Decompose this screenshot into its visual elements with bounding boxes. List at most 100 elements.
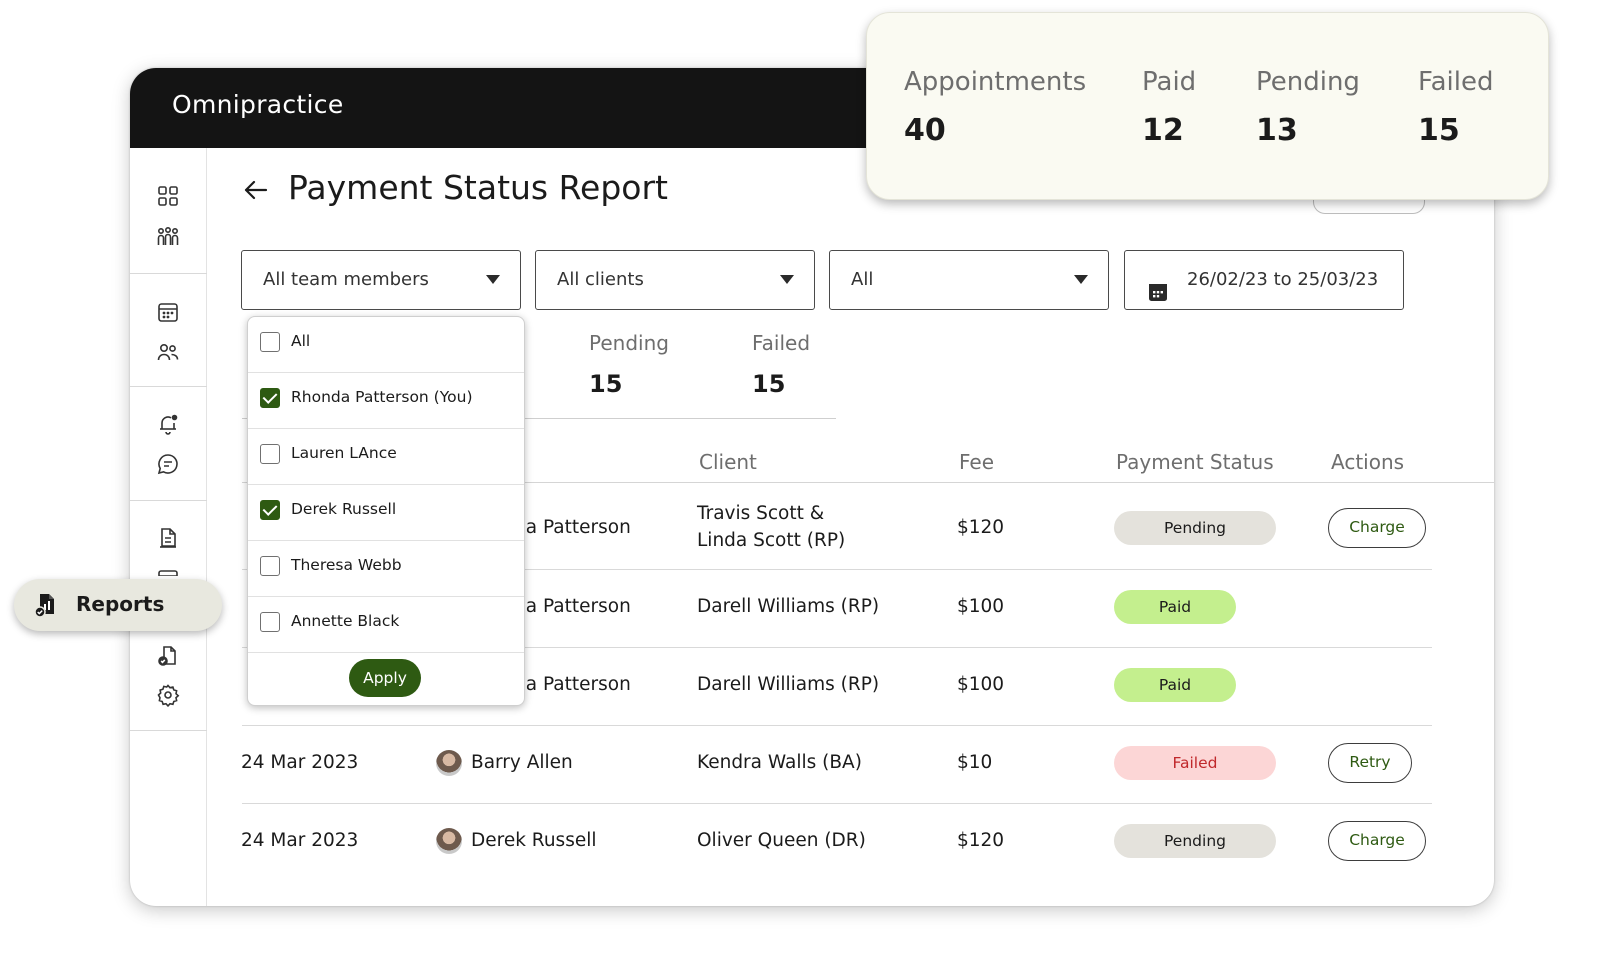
team-members-dropdown: All Rhonda Patterson (You) Lauren LAnce …: [247, 316, 525, 706]
row-date: 24 Mar 2023: [241, 752, 359, 773]
row-divider: [242, 725, 1432, 726]
row-member: da Patterson: [514, 596, 631, 617]
stat-label-failed: Failed: [752, 331, 811, 355]
groups-icon[interactable]: [156, 225, 180, 249]
row-fee: $100: [957, 596, 1005, 617]
card-label-paid: Paid: [1142, 67, 1197, 97]
row-fee: $100: [957, 674, 1005, 695]
card-value-paid: 12: [1142, 113, 1184, 148]
row-date: 24 Mar 2023: [241, 830, 359, 851]
report-icon: [34, 592, 58, 618]
status-select-value: All: [851, 269, 874, 290]
option-checkbox[interactable]: [260, 500, 280, 520]
sidebar-item-reports[interactable]: Reports: [14, 579, 222, 631]
row-fee: $120: [957, 517, 1005, 538]
row-client: Darell Williams (RP): [697, 596, 880, 617]
sidebar-divider: [130, 386, 207, 387]
back-arrow-icon[interactable]: [242, 176, 270, 204]
option-checkbox[interactable]: [260, 332, 280, 352]
column-header-client[interactable]: Client: [699, 450, 757, 474]
date-range-picker[interactable]: 26/02/23 to 25/03/23: [1124, 250, 1404, 310]
file-check-icon[interactable]: [156, 644, 180, 668]
option-checkbox[interactable]: [260, 612, 280, 632]
status-badge: Pending: [1114, 824, 1276, 858]
row-client-line2: Linda Scott (RP): [697, 530, 846, 551]
row-member: da Patterson: [514, 674, 631, 695]
stat-label-pending: Pending: [589, 331, 669, 355]
row-fee: $120: [957, 830, 1005, 851]
card-value-failed: 15: [1418, 113, 1460, 148]
sidebar-item-label: Reports: [76, 592, 165, 616]
team-members-select[interactable]: All team members: [241, 250, 521, 310]
option-label: Lauren LAnce: [291, 444, 397, 462]
dropdown-option-lauren-lance[interactable]: Lauren LAnce: [248, 429, 524, 485]
documents-icon[interactable]: [156, 526, 180, 550]
row-member: da Patterson: [514, 517, 631, 538]
status-badge: Pending: [1114, 511, 1276, 545]
chevron-down-icon: [486, 275, 500, 284]
sidebar-divider: [130, 500, 207, 501]
messages-icon[interactable]: [156, 452, 180, 476]
option-checkbox[interactable]: [260, 388, 280, 408]
option-label: Theresa Webb: [291, 556, 402, 574]
settings-icon[interactable]: [156, 683, 180, 707]
column-header-payment-status[interactable]: Payment Status: [1116, 450, 1274, 474]
chevron-down-icon: [1074, 275, 1088, 284]
avatar: [436, 750, 462, 776]
row-client: Darell Williams (RP): [697, 674, 880, 695]
option-checkbox[interactable]: [260, 444, 280, 464]
sidebar-divider: [130, 273, 207, 274]
clients-icon[interactable]: [156, 340, 180, 364]
summary-stats-card: Appointments 40 Paid 12 Pending 13 Faile…: [866, 12, 1549, 200]
row-divider: [242, 803, 1432, 804]
status-badge: Failed: [1114, 746, 1276, 780]
option-label: Annette Black: [291, 612, 400, 630]
sidebar: [130, 148, 207, 906]
dashboard-icon[interactable]: [156, 184, 180, 208]
avatar: [436, 828, 462, 854]
sidebar-divider: [130, 730, 207, 731]
status-badge: Paid: [1114, 590, 1236, 624]
row-client: Oliver Queen (DR): [697, 830, 866, 851]
chevron-down-icon: [780, 275, 794, 284]
dropdown-option-annette-black[interactable]: Annette Black: [248, 597, 524, 653]
row-client: Kendra Walls (BA): [697, 752, 862, 773]
status-select[interactable]: All: [829, 250, 1109, 310]
option-label: Rhonda Patterson (You): [291, 388, 473, 406]
row-client: Travis Scott &: [697, 503, 825, 524]
calendar-icon[interactable]: [156, 300, 180, 324]
status-badge: Paid: [1114, 668, 1236, 702]
notifications-icon[interactable]: [156, 412, 180, 436]
row-member: Barry Allen: [471, 752, 573, 773]
clients-select[interactable]: All clients: [535, 250, 815, 310]
date-range-value: 26/02/23 to 25/03/23: [1187, 269, 1379, 290]
charge-button[interactable]: Charge: [1328, 821, 1426, 861]
dropdown-option-theresa-webb[interactable]: Theresa Webb: [248, 541, 524, 597]
billing-icon[interactable]: [156, 566, 180, 576]
clients-select-value: All clients: [557, 269, 644, 290]
card-label-pending: Pending: [1256, 67, 1360, 97]
card-value-pending: 13: [1256, 113, 1298, 148]
retry-button[interactable]: Retry: [1328, 743, 1412, 783]
dropdown-option-all[interactable]: All: [248, 317, 524, 373]
column-header-fee[interactable]: Fee: [959, 450, 994, 474]
apply-button[interactable]: Apply: [349, 659, 421, 697]
stat-value-pending: 15: [589, 370, 623, 398]
team-members-select-value: All team members: [263, 269, 429, 290]
card-value-appointments: 40: [904, 113, 946, 148]
dropdown-option-rhonda-patterson[interactable]: Rhonda Patterson (You): [248, 373, 524, 429]
dropdown-option-derek-russell[interactable]: Derek Russell: [248, 485, 524, 541]
row-member: Derek Russell: [471, 830, 597, 851]
option-label: Derek Russell: [291, 500, 397, 518]
row-fee: $10: [957, 752, 993, 773]
card-label-failed: Failed: [1418, 67, 1494, 97]
option-checkbox[interactable]: [260, 556, 280, 576]
calendar-icon: [1147, 269, 1169, 301]
card-label-appointments: Appointments: [904, 67, 1087, 97]
page-title: Payment Status Report: [288, 168, 668, 207]
option-label: All: [291, 332, 311, 350]
app-logo[interactable]: Omnipractice: [172, 90, 344, 119]
stat-value-failed: 15: [752, 370, 786, 398]
charge-button[interactable]: Charge: [1328, 508, 1426, 548]
column-header-actions: Actions: [1331, 450, 1405, 474]
